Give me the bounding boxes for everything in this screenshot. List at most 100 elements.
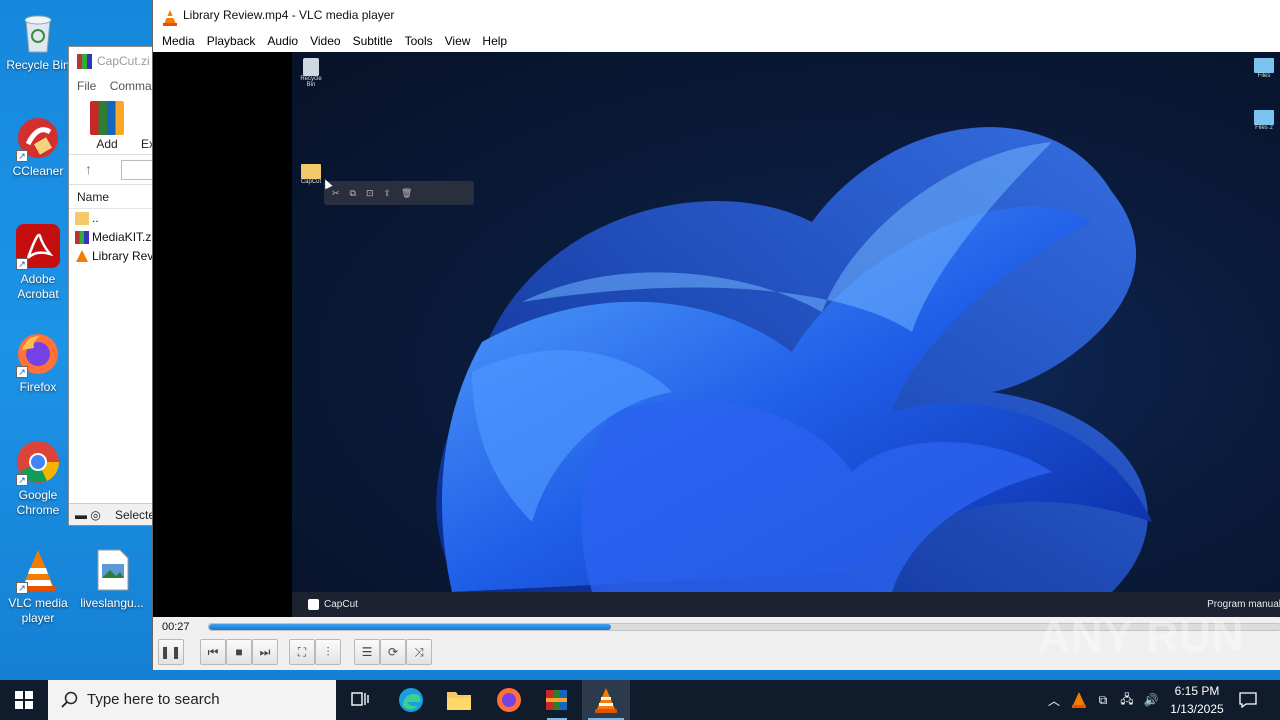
desktop-icon-google-chrome[interactable]: ↗ Google Chrome [0, 438, 76, 518]
chrome-icon: ↗ [14, 438, 62, 486]
tray-device[interactable]: ⧉ [1092, 680, 1114, 720]
taskbar-search-box[interactable]: Type here to search [48, 680, 336, 720]
playlist-button[interactable]: ☰ [354, 639, 380, 665]
pause-icon: ❚❚ [159, 645, 183, 659]
archive-icon [75, 231, 89, 244]
video-context-toolbar: ✂⧉⊡⇪🗑 [324, 181, 474, 205]
vlc-window[interactable]: Library Review.mp4 - VLC media player Me… [152, 0, 1280, 670]
volume-icon: 🔊 [1143, 693, 1159, 707]
desktop-icon-label: CCleaner [12, 164, 64, 178]
taskbar-file-explorer[interactable] [435, 680, 483, 720]
show-hidden-icons-button[interactable]: ︿ [1044, 680, 1064, 720]
taskbar-edge[interactable] [387, 680, 435, 720]
loop-button[interactable]: ⟳ [380, 639, 406, 665]
folder-icon [1254, 58, 1274, 73]
search-placeholder: Type here to search [87, 691, 220, 708]
desktop-icon-label: liveslangu... [80, 596, 144, 610]
video-area[interactable]: Recycle Bin CapCut ✂⧉⊡⇪🗑 Files Files 2 C… [153, 52, 1280, 617]
desktop-icon-vlc[interactable]: ↗ VLC media player [0, 546, 76, 626]
notifications-button[interactable] [1234, 680, 1262, 720]
loop-icon: ⟳ [387, 645, 399, 659]
next-icon: ⏭ [259, 644, 271, 659]
taskbar-clock[interactable]: 6:15 PM 1/13/2025 [1162, 682, 1232, 718]
drive-icon: ▬ ◎ [75, 508, 101, 522]
window-title: Library Review.mp4 - VLC media player [183, 8, 395, 22]
menu-audio[interactable]: Audio [261, 31, 304, 52]
clock-date: 1/13/2025 [1170, 702, 1224, 716]
desktop-icon-label: VLC media player [8, 596, 68, 625]
video-taskbar-app: CapCut [324, 599, 358, 610]
desktop-icon-ccleaner[interactable]: ↗ CCleaner [0, 114, 76, 179]
list-item-label: MediaKIT.zi [92, 230, 155, 244]
desktop-icon-adobe-acrobat[interactable]: ↗ Adobe Acrobat [0, 222, 76, 302]
task-view-icon [351, 692, 369, 706]
vlc-titlebar[interactable]: Library Review.mp4 - VLC media player [153, 0, 1280, 31]
elapsed-time: 00:27 [162, 621, 190, 633]
up-arrow-icon[interactable]: ↑ [85, 161, 92, 177]
shortcut-arrow-icon: ↗ [16, 474, 28, 486]
video-capcut-folder: CapCut [298, 164, 324, 185]
desktop-icon-label: Google Chrome [16, 488, 60, 517]
video-recycle-bin: Recycle Bin [298, 58, 324, 88]
menu-file[interactable]: File [77, 79, 96, 93]
menu-playback[interactable]: Playback [201, 31, 262, 52]
previous-icon: ⏮ [207, 644, 219, 659]
extended-settings-button[interactable]: ⫶ [315, 639, 341, 665]
recycle-bin-icon [303, 58, 319, 76]
video-icon-label: CapCut [300, 179, 322, 185]
shortcut-arrow-icon: ↗ [16, 258, 28, 270]
taskbar-vlc[interactable] [582, 680, 630, 720]
vlc-tray-icon [1072, 692, 1086, 708]
desktop-icon-firefox[interactable]: ↗ Firefox [0, 330, 76, 395]
shuffle-icon: ⤨ [414, 644, 424, 659]
menu-tools[interactable]: Tools [399, 31, 439, 52]
fullscreen-button[interactable]: ⛶ [289, 639, 315, 665]
vlc-icon: ↗ [14, 546, 62, 594]
fullscreen-icon: ⛶ [297, 644, 307, 659]
device-icon: ⧉ [1098, 692, 1108, 707]
vlc-menubar: Media Playback Audio Video Subtitle Tool… [153, 31, 1280, 52]
clock-time: 6:15 PM [1174, 684, 1220, 698]
desktop-icon-label: Recycle Bin [6, 58, 70, 72]
menu-commands[interactable]: Comma [110, 79, 152, 93]
task-view-button[interactable] [336, 680, 384, 720]
network-icon: 🖧 [1120, 691, 1134, 706]
taskbar-winrar[interactable] [533, 680, 581, 720]
shuffle-button[interactable]: ⤨ [406, 639, 432, 665]
add-button[interactable]: Add [89, 101, 125, 151]
column-header-label: Name [77, 190, 110, 204]
windows-logo-icon [15, 691, 33, 709]
previous-button[interactable]: ⏮ [200, 639, 226, 665]
taskbar-firefox[interactable] [485, 680, 533, 720]
desktop-icon-label: Adobe Acrobat [17, 272, 59, 301]
tray-network[interactable]: 🖧 [1116, 680, 1138, 720]
video-frame: Recycle Bin CapCut ✂⧉⊡⇪🗑 Files Files 2 C… [292, 52, 1280, 617]
image-file-icon [88, 546, 136, 594]
tray-volume[interactable]: 🔊 [1140, 680, 1162, 720]
shortcut-arrow-icon: ↗ [16, 582, 28, 594]
stop-icon: ■ [235, 645, 243, 659]
menu-video[interactable]: Video [304, 31, 346, 52]
desktop-icon-liveslangu[interactable]: liveslangu... [74, 546, 150, 611]
vlc-cone-icon [163, 7, 177, 38]
menu-help[interactable]: Help [476, 31, 513, 52]
vlc-file-icon [75, 250, 89, 263]
video-icon-label: Recycle Bin [300, 76, 322, 88]
stop-button[interactable]: ■ [226, 639, 252, 665]
playlist-icon: ☰ [361, 645, 373, 659]
pause-button[interactable]: ❚❚ [158, 639, 184, 665]
tray-vlc[interactable] [1068, 680, 1090, 720]
status-text: Selecte [115, 508, 156, 522]
video-files2-icon: Files 2 [1250, 110, 1278, 131]
seek-progress [209, 624, 611, 630]
desktop-icon-recycle-bin[interactable]: Recycle Bin [0, 8, 76, 73]
search-icon [61, 691, 78, 708]
watermark: ANY RUN [1038, 612, 1245, 661]
folder-icon [447, 692, 471, 710]
list-item-label: Library Revi [92, 249, 157, 263]
next-button[interactable]: ⏭ [252, 639, 278, 665]
firefox-icon: ↗ [14, 330, 62, 378]
start-button[interactable] [0, 680, 48, 720]
menu-view[interactable]: View [439, 31, 477, 52]
menu-subtitle[interactable]: Subtitle [347, 31, 399, 52]
